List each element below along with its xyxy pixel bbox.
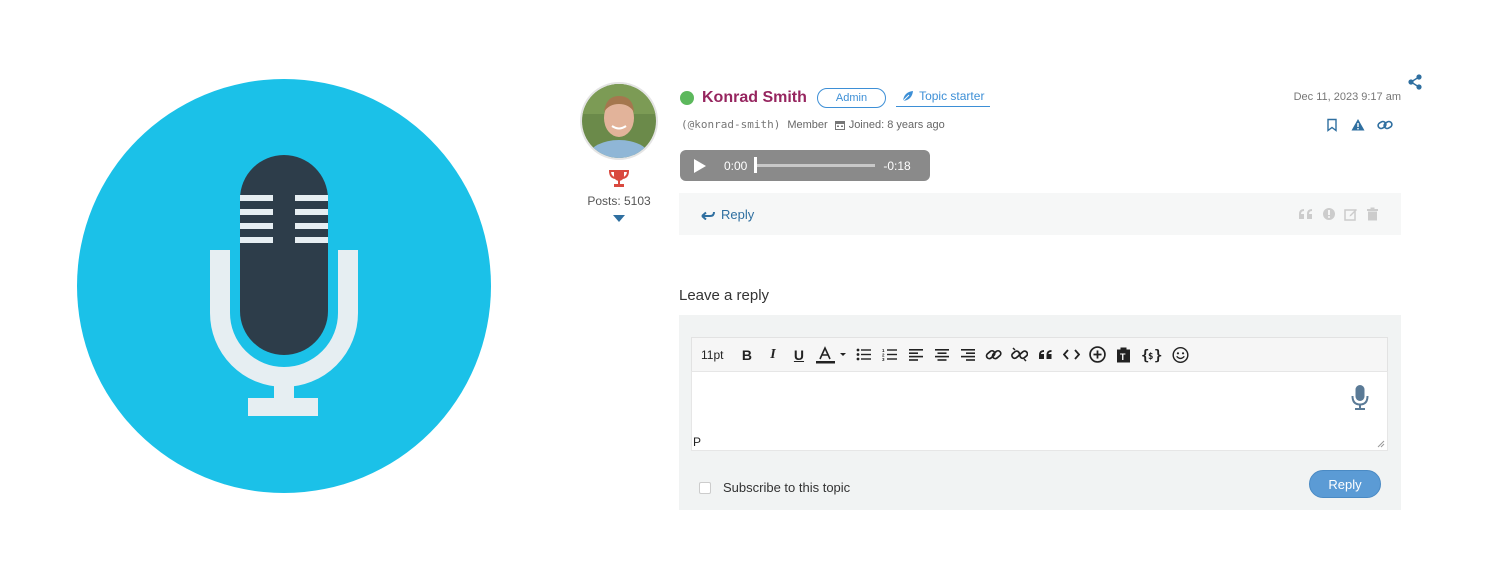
trophy-icon	[608, 168, 630, 190]
paste-text-icon[interactable]: T	[1115, 346, 1132, 364]
share-icon[interactable]	[1407, 74, 1423, 95]
leaf-icon	[902, 91, 914, 102]
code-icon[interactable]	[1063, 346, 1081, 364]
post-reply-bar: Reply	[679, 193, 1401, 235]
calendar-icon	[834, 120, 845, 130]
topic-starter-label: Topic starter	[919, 89, 985, 103]
post-date: Dec 11, 2023 9:17 am	[1293, 91, 1401, 103]
author-handle: (@konrad-smith)	[681, 118, 781, 131]
audio-remaining-time: -0:18	[883, 158, 911, 173]
trash-icon[interactable]	[1366, 207, 1379, 221]
svg-text:$: $	[1148, 352, 1153, 362]
post-tools	[1298, 207, 1379, 221]
author-sidebar: Posts: 5103	[580, 82, 658, 222]
subscribe-label: Subscribe to this topic	[723, 480, 851, 495]
avatar[interactable]	[580, 82, 658, 160]
link-icon[interactable]	[1377, 118, 1393, 132]
reply-link-label: Reply	[721, 206, 755, 222]
online-status-icon	[680, 91, 694, 105]
author-meta: (@konrad-smith) Member Joined: 8 years a…	[681, 118, 945, 131]
resize-handle-icon[interactable]	[1377, 440, 1385, 448]
numbered-list-icon[interactable]: 123	[881, 346, 898, 364]
reply-form: 11pt B I U 123 T {$} P Subscribe to th…	[679, 315, 1401, 510]
microphone-icon[interactable]	[1351, 385, 1369, 416]
reply-link[interactable]: Reply	[701, 207, 754, 222]
reply-editor[interactable]: P	[691, 371, 1388, 451]
edit-icon[interactable]	[1344, 207, 1358, 221]
audio-player: 0:00 -0:18	[680, 150, 930, 181]
author-line: Konrad Smith Admin Topic starter	[680, 86, 991, 110]
reply-arrow-icon	[701, 211, 715, 220]
svg-text:T: T	[1120, 352, 1126, 362]
warning-icon[interactable]	[1351, 118, 1365, 132]
topic-starter-badge: Topic starter	[896, 89, 991, 107]
font-size-select[interactable]: 11pt	[701, 348, 723, 362]
chevron-down-icon[interactable]	[613, 215, 625, 222]
unlink-icon[interactable]	[1011, 346, 1029, 364]
underline-icon[interactable]: U	[790, 346, 807, 364]
info-icon[interactable]	[1322, 207, 1336, 221]
bullet-list-icon[interactable]	[855, 346, 872, 364]
audio-current-time: 0:00	[724, 158, 748, 173]
play-icon[interactable]	[694, 158, 706, 173]
audio-progress-handle[interactable]	[754, 157, 758, 173]
svg-text:3: 3	[882, 357, 885, 361]
admin-badge: Admin	[816, 88, 887, 108]
audio-progress-slider[interactable]	[754, 157, 876, 173]
joined-info: Joined: 8 years ago	[834, 118, 945, 131]
editor-toolbar: 11pt B I U 123 T {$}	[691, 337, 1388, 371]
emoji-icon[interactable]	[1172, 346, 1190, 364]
joined-label: Joined: 8 years ago	[848, 118, 945, 131]
align-left-icon[interactable]	[907, 346, 924, 364]
text-color-icon[interactable]	[816, 345, 847, 364]
svg-text:}: }	[1154, 348, 1162, 363]
bold-icon[interactable]: B	[738, 346, 755, 364]
italic-icon[interactable]: I	[764, 346, 781, 364]
author-name[interactable]: Konrad Smith	[702, 89, 807, 107]
blockquote-icon[interactable]	[1037, 346, 1054, 364]
insert-plus-icon[interactable]	[1089, 346, 1107, 364]
align-center-icon[interactable]	[933, 346, 950, 364]
author-role: Member	[787, 118, 828, 131]
align-right-icon[interactable]	[959, 346, 976, 364]
bookmark-icon[interactable]	[1325, 118, 1339, 132]
reply-form-title: Leave a reply	[679, 287, 770, 304]
post-count: Posts: 5103	[587, 194, 651, 208]
subscribe-checkbox[interactable]	[699, 481, 711, 494]
editor-path: P	[693, 435, 702, 449]
insert-link-icon[interactable]	[985, 346, 1003, 364]
subscribe-option[interactable]: Subscribe to this topic	[699, 480, 850, 495]
hero-microphone-icon	[76, 78, 492, 494]
quote-icon[interactable]	[1298, 208, 1314, 220]
source-code-icon[interactable]: {$}	[1141, 346, 1163, 364]
reply-submit-button[interactable]: Reply	[1309, 470, 1381, 498]
post-actions	[1325, 118, 1393, 132]
